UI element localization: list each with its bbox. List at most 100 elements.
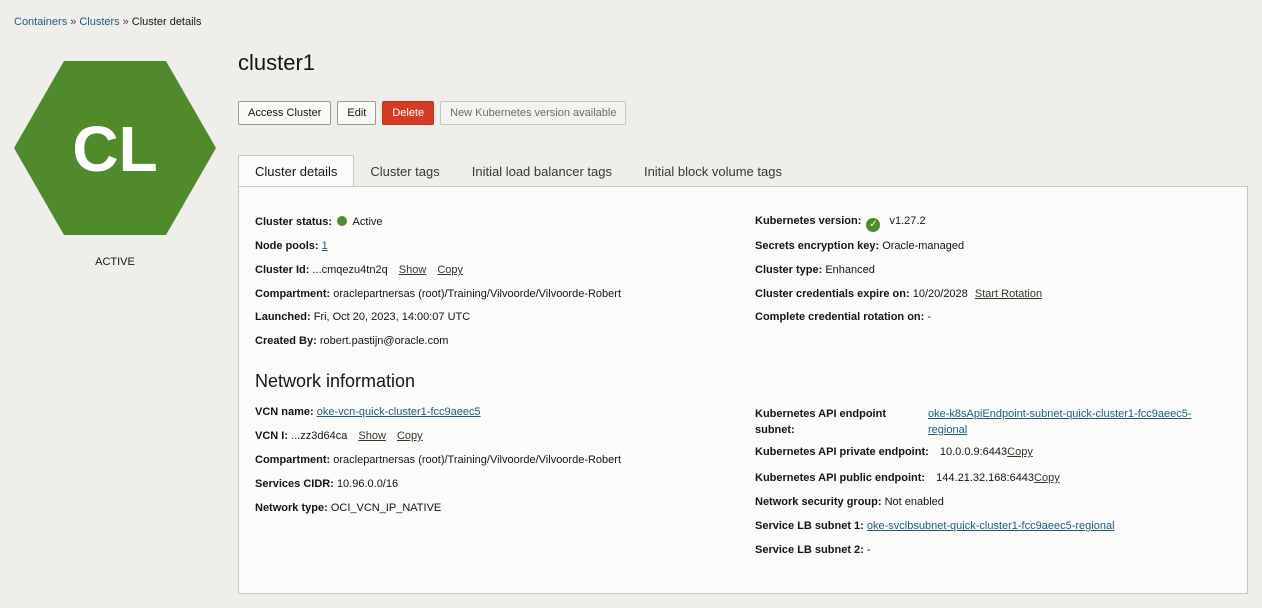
private-endpoint-copy-link[interactable]: Copy	[1007, 446, 1033, 458]
kubernetes-version-value: v1.27.2	[889, 215, 926, 227]
action-bar: Access Cluster Edit Delete New Kubernete…	[238, 101, 627, 125]
api-endpoint-subnet-label-line2: subnet:	[755, 424, 795, 436]
breadcrumb-current: Cluster details	[131, 16, 202, 28]
cluster-type-row: Cluster type: Enhanced	[755, 264, 875, 276]
vcn-id-row: VCN I: ...zz3d64ca Show Copy	[255, 430, 423, 442]
vcn-id-label: VCN I:	[255, 430, 288, 442]
cluster-hexagon-avatar: CL	[14, 61, 216, 235]
rotation-label: Complete credential rotation on:	[755, 311, 925, 323]
start-rotation-link[interactable]: Start Rotation	[975, 288, 1042, 300]
lb-subnet-2-row: Service LB subnet 2: -	[755, 544, 871, 556]
compartment-label: Compartment:	[255, 288, 331, 300]
public-endpoint-value: 144.21.32.168:6443	[936, 472, 1035, 484]
secrets-key-value: Oracle-managed	[882, 240, 965, 252]
rotation-value: -	[927, 311, 932, 323]
created-by-label: Created By:	[255, 335, 317, 347]
breadcrumb: Containers» Clusters» Cluster details	[14, 16, 202, 28]
cluster-status-label: Cluster status:	[255, 216, 333, 228]
avatar-status: ACTIVE	[95, 256, 135, 268]
network-type-value: OCI_VCN_IP_NATIVE	[330, 502, 442, 514]
breadcrumb-separator: »	[70, 16, 77, 28]
breadcrumb-separator: »	[122, 16, 129, 28]
vcn-id-show-link[interactable]: Show	[358, 430, 386, 442]
created-by-row: Created By: robert.pastijn@oracle.com	[255, 335, 448, 347]
avatar-initials: CL	[72, 113, 157, 185]
compartment-value: oraclepartnersas (root)/Training/Vilvoor…	[333, 288, 622, 300]
created-by-value: robert.pastijn@oracle.com	[319, 335, 449, 347]
tab-cluster-tags[interactable]: Cluster tags	[354, 155, 455, 187]
private-endpoint-row: Kubernetes API private endpoint: 10.0.0.…	[755, 446, 1033, 458]
launched-row: Launched: Fri, Oct 20, 2023, 14:00:07 UT…	[255, 311, 470, 323]
vcn-id-value: ...zz3d64ca	[291, 430, 348, 442]
cluster-type-label: Cluster type:	[755, 264, 823, 276]
services-cidr-value: 10.96.0.0/16	[336, 478, 399, 490]
tab-bar: Cluster details Cluster tags Initial loa…	[238, 155, 798, 187]
upgrade-kubernetes-button[interactable]: New Kubernetes version available	[440, 101, 627, 125]
secrets-key-label: Secrets encryption key:	[755, 240, 880, 252]
cluster-status-value: Active	[352, 216, 383, 228]
breadcrumb-clusters[interactable]: Clusters	[79, 16, 119, 28]
tab-initial-block-volume-tags[interactable]: Initial block volume tags	[628, 155, 798, 187]
lb-subnet-1-link[interactable]: oke-svclbsubnet-quick-cluster1-fcc9aeec5…	[867, 520, 1115, 532]
kubernetes-version-row: Kubernetes version: ✓ v1.27.2	[755, 215, 926, 232]
network-compartment-row: Compartment: oraclepartnersas (root)/Tra…	[255, 454, 621, 466]
tab-cluster-details[interactable]: Cluster details	[238, 155, 355, 187]
vcn-id-copy-link[interactable]: Copy	[397, 430, 423, 442]
public-endpoint-label: Kubernetes API public endpoint:	[755, 472, 926, 484]
lb-subnet-2-value: -	[866, 544, 871, 556]
page-title: cluster1	[238, 50, 316, 75]
vcn-name-row: VCN name: oke-vcn-quick-cluster1-fcc9aee…	[255, 406, 481, 418]
cluster-id-copy-link[interactable]: Copy	[437, 264, 463, 276]
public-endpoint-copy-link[interactable]: Copy	[1034, 472, 1060, 484]
vcn-name-label: VCN name:	[255, 406, 314, 418]
credentials-expire-label: Cluster credentials expire on:	[755, 288, 910, 300]
public-endpoint-row: Kubernetes API public endpoint: 144.21.3…	[755, 472, 1060, 484]
network-type-row: Network type: OCI_VCN_IP_NATIVE	[255, 502, 441, 514]
launched-label: Launched:	[255, 311, 311, 323]
lb-subnet-1-label: Service LB subnet 1:	[755, 520, 864, 532]
secrets-key-row: Secrets encryption key: Oracle-managed	[755, 240, 964, 252]
cluster-id-label: Cluster Id:	[255, 264, 310, 276]
cluster-status-row: Cluster status: Active	[255, 216, 383, 228]
credentials-expire-value: 10/20/2028	[912, 288, 968, 300]
nsg-row: Network security group: Not enabled	[755, 496, 944, 508]
launched-value: Fri, Oct 20, 2023, 14:00:07 UTC	[313, 311, 471, 323]
nsg-value: Not enabled	[884, 496, 944, 508]
credentials-expire-row: Cluster credentials expire on: 10/20/202…	[755, 288, 1042, 300]
lb-subnet-1-row: Service LB subnet 1: oke-svclbsubnet-qui…	[755, 520, 1115, 532]
compartment-row: Compartment: oraclepartnersas (root)/Tra…	[255, 288, 621, 300]
lb-subnet-2-label: Service LB subnet 2:	[755, 544, 864, 556]
nsg-label: Network security group:	[755, 496, 882, 508]
vcn-name-link[interactable]: oke-vcn-quick-cluster1-fcc9aeec5	[317, 406, 481, 418]
breadcrumb-containers[interactable]: Containers	[14, 16, 67, 28]
cluster-id-row: Cluster Id: ...cmqezu4tn2q Show Copy	[255, 264, 463, 276]
tab-initial-load-balancer-tags[interactable]: Initial load balancer tags	[456, 155, 628, 187]
api-endpoint-subnet-link-line2[interactable]: regional	[928, 424, 967, 436]
cluster-id-value: ...cmqezu4tn2q	[312, 264, 388, 276]
network-type-label: Network type:	[255, 502, 328, 514]
api-endpoint-subnet-link[interactable]: oke-k8sApiEndpoint-subnet-quick-cluster1…	[928, 406, 1192, 438]
services-cidr-row: Services CIDR: 10.96.0.0/16	[255, 478, 398, 490]
node-pools-link[interactable]: 1	[322, 240, 328, 252]
access-cluster-button[interactable]: Access Cluster	[238, 101, 332, 125]
network-compartment-value: oraclepartnersas (root)/Training/Vilvoor…	[333, 454, 622, 466]
network-compartment-label: Compartment:	[255, 454, 331, 466]
api-endpoint-subnet-label-line1: Kubernetes API endpoint	[755, 408, 886, 420]
api-endpoint-subnet-link-line1[interactable]: oke-k8sApiEndpoint-subnet-quick-cluster1…	[928, 408, 1192, 420]
cluster-type-value: Enhanced	[825, 264, 875, 276]
node-pools-label: Node pools:	[255, 240, 319, 252]
network-information-heading: Network information	[255, 371, 416, 391]
api-endpoint-subnet-label: Kubernetes API endpoint subnet:	[755, 406, 886, 438]
kubernetes-version-label: Kubernetes version:	[755, 215, 862, 227]
node-pools-row: Node pools: 1	[255, 240, 328, 252]
status-dot-icon	[337, 216, 348, 226]
delete-button[interactable]: Delete	[382, 101, 435, 125]
details-panel: Cluster status: Active Node pools: 1 Clu…	[238, 186, 1248, 594]
rotation-row: Complete credential rotation on: -	[755, 311, 931, 323]
check-circle-icon: ✓	[866, 218, 881, 232]
cluster-id-show-link[interactable]: Show	[399, 264, 427, 276]
edit-button[interactable]: Edit	[337, 101, 377, 125]
services-cidr-label: Services CIDR:	[255, 478, 334, 490]
private-endpoint-label: Kubernetes API private endpoint:	[755, 446, 929, 458]
private-endpoint-value: 10.0.0.9:6443	[939, 446, 1008, 458]
